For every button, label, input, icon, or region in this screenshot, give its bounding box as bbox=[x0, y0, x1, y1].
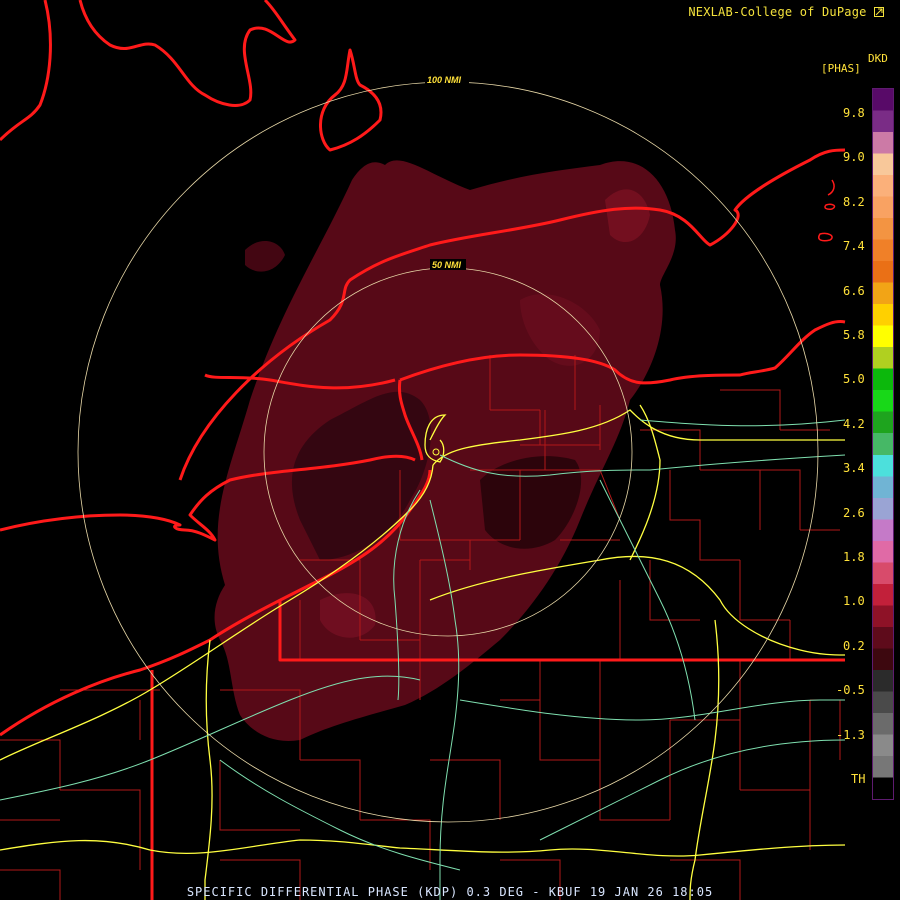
highway bbox=[639, 419, 846, 427]
highway bbox=[459, 699, 845, 721]
color-scale-tick: 3.4 bbox=[843, 461, 865, 476]
color-scale-tick: 4.2 bbox=[843, 416, 865, 431]
color-scale-tick: 1.8 bbox=[843, 550, 865, 564]
color-scale-tick: -0.5 bbox=[836, 683, 865, 698]
coastline-island-small bbox=[827, 179, 835, 196]
coastline-island-small bbox=[824, 203, 836, 210]
color-scale-tick: 1.0 bbox=[843, 594, 865, 609]
color-scale-tick: 0.2 bbox=[843, 638, 865, 653]
coastline-island-small bbox=[818, 232, 833, 242]
highway bbox=[219, 759, 461, 871]
interstate-80 bbox=[0, 839, 846, 857]
color-scale-bar bbox=[872, 88, 894, 800]
legend-product-code: DKD bbox=[868, 52, 888, 65]
interstate-99 bbox=[689, 619, 720, 900]
color-scale-tick: 9.0 bbox=[843, 150, 865, 165]
ring-label-50: 50 NMI bbox=[432, 260, 462, 270]
radar-viewer: 50 NMI 100 NMI NEXLAB-College of DuPage … bbox=[0, 0, 900, 900]
color-scale-tick: TH bbox=[851, 772, 866, 786]
color-scale-tick: 5.8 bbox=[843, 328, 865, 342]
precipitation-echo bbox=[214, 160, 676, 741]
legend-unit-label: [PHAS] bbox=[821, 62, 861, 75]
interstate-390 bbox=[629, 404, 661, 561]
coastline-island bbox=[319, 48, 383, 152]
radar-map: 50 NMI 100 NMI bbox=[0, 0, 846, 900]
pointer-icon bbox=[874, 7, 884, 17]
border-ontario-west bbox=[0, 0, 52, 142]
echo-main bbox=[214, 160, 676, 741]
color-scale-tick: 9.8 bbox=[843, 106, 865, 120]
border-ontario-north bbox=[78, 0, 297, 107]
color-scale-tick: -1.3 bbox=[836, 727, 865, 742]
credit-label: NEXLAB-College of DuPage bbox=[688, 5, 884, 19]
product-caption: SPECIFIC DIFFERENTIAL PHASE (KDP) 0.3 DE… bbox=[186, 885, 714, 899]
color-scale-tick: 5.0 bbox=[843, 372, 865, 387]
color-scale-tick: 2.6 bbox=[843, 505, 865, 520]
color-scale-tick: 7.4 bbox=[843, 239, 865, 254]
echo-fragment bbox=[245, 240, 285, 272]
color-scale-tick: 6.6 bbox=[843, 283, 865, 298]
ring-label-100: 100 NMI bbox=[427, 75, 462, 85]
highway bbox=[599, 479, 696, 721]
county-line bbox=[619, 389, 840, 660]
color-scale-tick: 8.2 bbox=[843, 194, 865, 209]
interstate-79 bbox=[204, 639, 213, 900]
